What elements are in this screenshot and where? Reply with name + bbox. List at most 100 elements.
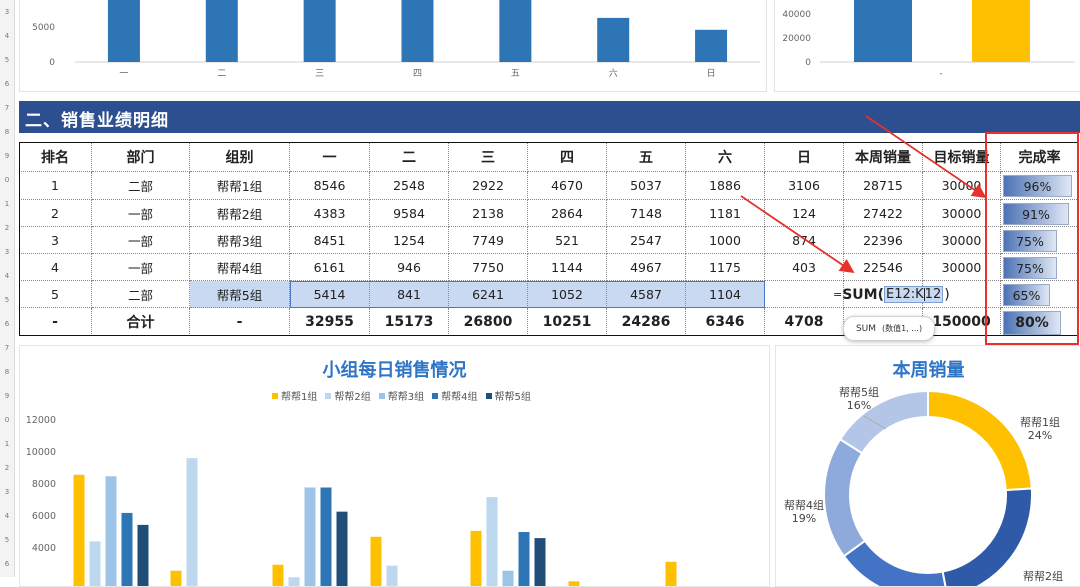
table-cell[interactable]: 3106 (765, 172, 844, 200)
table-cell[interactable]: 8546 (290, 172, 370, 200)
table-cell[interactable]: 30000 (923, 200, 1001, 227)
table-cell[interactable]: 7750 (449, 254, 528, 281)
table-cell[interactable]: 30000 (923, 172, 1001, 200)
table-cell[interactable]: 4383 (290, 200, 370, 227)
table-cell[interactable]: 946 (370, 254, 449, 281)
table-cell[interactable]: 一部 (92, 254, 190, 281)
table-cell[interactable]: 1254 (370, 227, 449, 254)
table-cell[interactable]: 9584 (370, 200, 449, 227)
table-header-cell[interactable]: 完成率 (1001, 142, 1079, 172)
table-cell[interactable]: 5 (19, 281, 92, 308)
table-header-cell[interactable]: 四 (528, 142, 607, 172)
row-number[interactable]: 4 (0, 512, 14, 520)
table-cell[interactable]: 30000 (923, 254, 1001, 281)
table-cell[interactable]: 22396 (844, 227, 923, 254)
row-number[interactable]: 9 (0, 392, 14, 400)
table-cell[interactable]: 1144 (528, 254, 607, 281)
table-cell[interactable]: 2548 (370, 172, 449, 200)
table-cell[interactable]: 1104 (686, 281, 765, 308)
table-cell[interactable]: 1052 (528, 281, 607, 308)
row-number[interactable]: 5 (0, 296, 14, 304)
table-cell[interactable] (1001, 254, 1079, 281)
table-cell[interactable]: 841 (370, 281, 449, 308)
table-cell[interactable]: 7148 (607, 200, 686, 227)
table-cell[interactable]: 5037 (607, 172, 686, 200)
row-number[interactable]: 5 (0, 536, 14, 544)
table-cell[interactable]: 22546 (844, 254, 923, 281)
table-cell[interactable]: 1 (19, 172, 92, 200)
table-cell[interactable]: 27422 (844, 200, 923, 227)
top-left-chart-panel[interactable]: 1000050000一二三四五六日 (19, 0, 767, 92)
table-total-cell[interactable] (1001, 308, 1079, 336)
table-total-cell[interactable]: - (19, 308, 92, 336)
table-cell[interactable]: 帮帮5组 (190, 281, 290, 308)
table-cell[interactable]: 2864 (528, 200, 607, 227)
table-cell[interactable]: 124 (765, 200, 844, 227)
table-header-cell[interactable]: 目标销量 (923, 142, 1001, 172)
row-number[interactable]: 6 (0, 560, 14, 568)
row-number[interactable]: 5 (0, 56, 14, 64)
row-number[interactable]: 3 (0, 8, 14, 16)
table-total-cell[interactable]: 26800 (449, 308, 528, 336)
row-number[interactable]: 1 (0, 440, 14, 448)
table-cell[interactable]: 4967 (607, 254, 686, 281)
table-cell[interactable]: 1000 (686, 227, 765, 254)
table-header-cell[interactable]: 组别 (190, 142, 290, 172)
table-cell[interactable]: 4 (19, 254, 92, 281)
table-cell[interactable]: 30000 (923, 227, 1001, 254)
table-header-cell[interactable]: 本周销量 (844, 142, 923, 172)
table-cell[interactable] (1001, 172, 1079, 200)
table-cell[interactable]: 一部 (92, 227, 190, 254)
table-total-cell[interactable]: 4708 (765, 308, 844, 336)
table-header-cell[interactable]: 五 (607, 142, 686, 172)
row-number[interactable]: 3 (0, 248, 14, 256)
table-cell[interactable]: 2922 (449, 172, 528, 200)
table-cell[interactable]: 28715 (844, 172, 923, 200)
table-cell[interactable]: 帮帮2组 (190, 200, 290, 227)
table-total-cell[interactable]: 32955 (290, 308, 370, 336)
row-number[interactable]: 2 (0, 224, 14, 232)
table-cell[interactable] (1001, 281, 1079, 308)
row-number[interactable]: 7 (0, 344, 14, 352)
formula-cell-editor[interactable]: = SUM( E12:K12 ) (833, 282, 950, 307)
table-header-cell[interactable]: 排名 (19, 142, 92, 172)
row-number[interactable]: 0 (0, 176, 14, 184)
table-cell[interactable]: 4670 (528, 172, 607, 200)
row-number[interactable]: 3 (0, 488, 14, 496)
table-total-cell[interactable]: 合计 (92, 308, 190, 336)
daily-sales-chart-panel[interactable]: 小组每日销售情况 帮帮1组 帮帮2组 帮帮3组 帮帮4组 帮帮5组 12000 10000… (19, 345, 770, 587)
row-number[interactable]: 9 (0, 152, 14, 160)
table-cell[interactable]: 7749 (449, 227, 528, 254)
row-number[interactable]: 4 (0, 272, 14, 280)
table-cell[interactable]: 帮帮4组 (190, 254, 290, 281)
row-number[interactable]: 1 (0, 200, 14, 208)
table-cell[interactable]: 3 (19, 227, 92, 254)
table-cell[interactable]: 6161 (290, 254, 370, 281)
table-cell[interactable]: 帮帮3组 (190, 227, 290, 254)
table-total-cell[interactable]: 24286 (607, 308, 686, 336)
top-right-chart-panel[interactable]: 40000 20000 0 - (774, 0, 1080, 92)
row-number[interactable]: 8 (0, 368, 14, 376)
table-header-cell[interactable]: 三 (449, 142, 528, 172)
table-cell[interactable]: 1181 (686, 200, 765, 227)
table-total-cell[interactable]: 10251 (528, 308, 607, 336)
row-number[interactable]: 8 (0, 128, 14, 136)
table-cell[interactable]: 1886 (686, 172, 765, 200)
table-header-cell[interactable]: 部门 (92, 142, 190, 172)
row-number[interactable]: 7 (0, 104, 14, 112)
table-cell[interactable]: 1175 (686, 254, 765, 281)
table-total-cell[interactable]: 6346 (686, 308, 765, 336)
table-cell[interactable]: 874 (765, 227, 844, 254)
table-cell[interactable]: 2547 (607, 227, 686, 254)
row-number[interactable]: 6 (0, 320, 14, 328)
table-cell[interactable]: 帮帮1组 (190, 172, 290, 200)
table-cell[interactable]: 一部 (92, 200, 190, 227)
table-cell[interactable] (1001, 200, 1079, 227)
table-cell[interactable]: 2138 (449, 200, 528, 227)
table-cell[interactable]: 4587 (607, 281, 686, 308)
row-number[interactable]: 6 (0, 80, 14, 88)
row-number[interactable]: 2 (0, 464, 14, 472)
table-cell[interactable]: 二部 (92, 281, 190, 308)
table-cell[interactable] (1001, 227, 1079, 254)
table-total-cell[interactable]: 15173 (370, 308, 449, 336)
